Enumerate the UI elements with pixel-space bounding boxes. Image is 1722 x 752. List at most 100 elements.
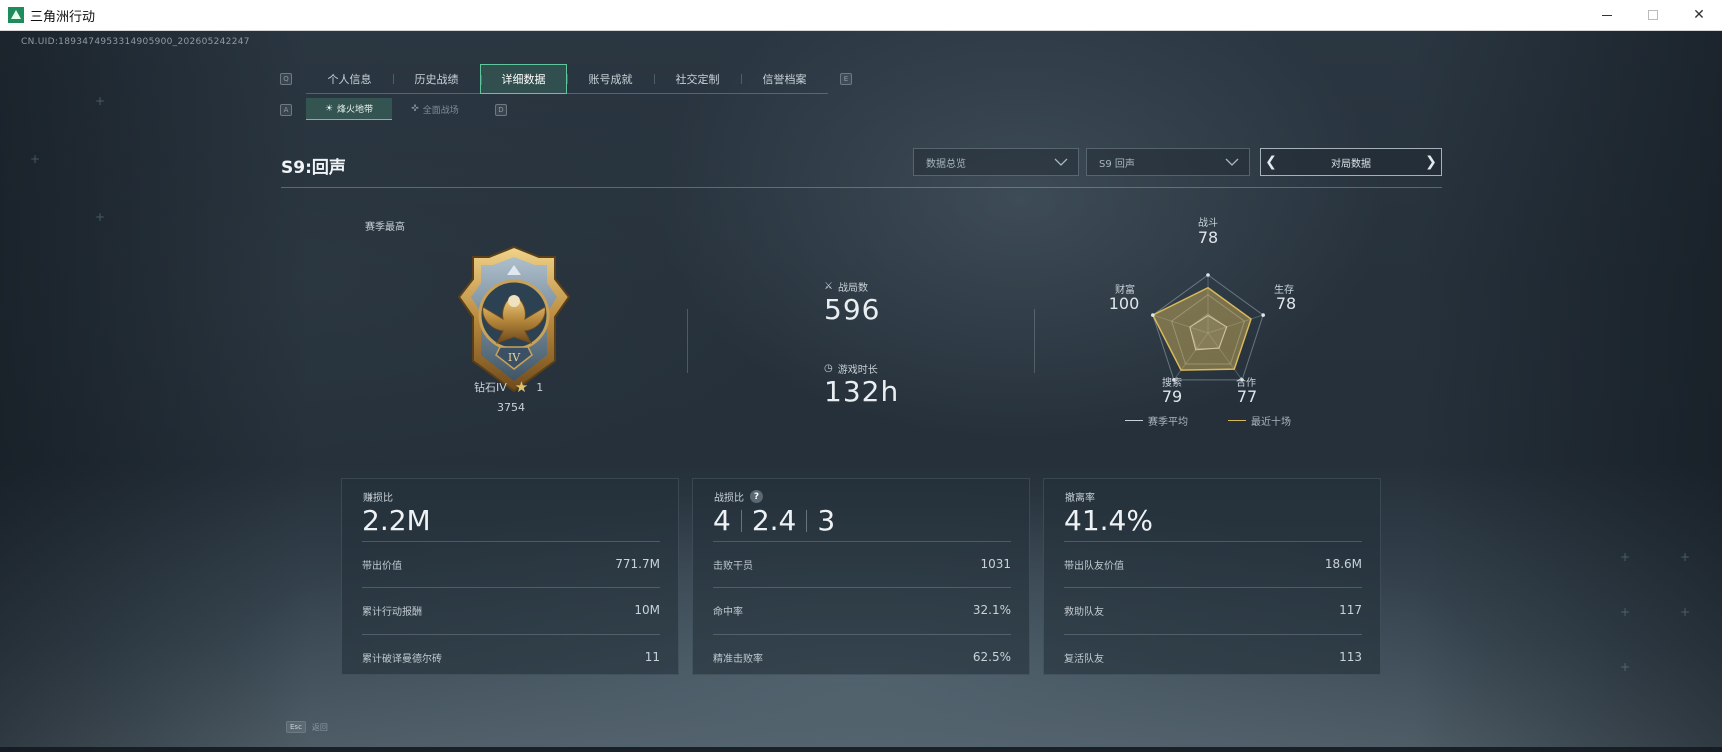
tab-achievements[interactable]: 账号成就: [567, 64, 654, 94]
card-row: 复活队友 113: [1064, 650, 1362, 665]
main-tab-bar: 个人信息 历史战绩 详细数据 账号成就 社交定制 信誉档案: [306, 64, 828, 94]
radar-chart: [1151, 273, 1265, 382]
profit-card: 赚损比 2.2M 带出价值 771.7M 累计行动报酬 10M 累计破译曼德尔砖…: [341, 478, 679, 675]
tab-match-history[interactable]: 历史战绩: [393, 64, 480, 94]
tab-next-key-hint[interactable]: E: [840, 73, 852, 85]
matches-label: ⚔ 战局数: [824, 279, 868, 294]
maximize-icon: [1648, 10, 1658, 20]
matches-value: 596: [824, 293, 881, 326]
kd-card: 战损比 ? 4 2.4 3 击败干员 1031 命中率 32.1% 精准击败率 …: [692, 478, 1030, 675]
pager-prev-button[interactable]: ❮: [1261, 154, 1281, 170]
back-label: 返回: [311, 722, 328, 732]
card-row-value: 10M: [634, 603, 660, 617]
medal-numeral: IV: [508, 351, 521, 364]
warfare-icon: ✜: [411, 104, 419, 114]
profit-card-title: 赚损比: [363, 493, 393, 504]
card-divider: [362, 587, 660, 588]
maximize-button[interactable]: [1630, 0, 1676, 31]
chevron-down-icon: [1054, 155, 1068, 172]
header-divider: [281, 187, 1442, 188]
playtime-label: ◷ 游戏时长: [824, 361, 878, 376]
card-row-label: 累计行动报酬: [362, 607, 422, 618]
radar-label-combat: 战斗: [1198, 218, 1218, 229]
card-divider: [1064, 587, 1362, 588]
section-divider: [687, 309, 688, 373]
kd-part: 2.4: [751, 504, 797, 537]
pager-next-button[interactable]: ❯: [1421, 154, 1441, 170]
card-row-value: 18.6M: [1324, 557, 1362, 571]
matches-label-text: 战局数: [837, 283, 868, 294]
kd-card-value: 4 2.4 3: [713, 504, 835, 537]
season-title: S9:回声: [281, 158, 346, 178]
back-button[interactable]: Esc 返回: [286, 721, 328, 733]
radar-value-combat: 78: [1197, 228, 1219, 247]
card-row: 带出价值 771.7M: [362, 557, 660, 572]
tab-social-custom[interactable]: 社交定制: [654, 64, 741, 94]
data-overview-select[interactable]: 数据总览: [913, 148, 1079, 176]
card-row-value: 117: [1339, 603, 1362, 617]
minimize-button[interactable]: [1584, 0, 1630, 31]
clock-icon: ◷: [824, 363, 833, 374]
radar-value-teamwork: 77: [1236, 387, 1258, 406]
card-row-label: 命中率: [713, 607, 743, 618]
window-titlebar: 三角洲行动 ✕: [0, 0, 1722, 31]
card-row-value: 11: [644, 650, 660, 664]
radar-value-survival: 78: [1275, 294, 1297, 313]
grid-plus-icon: +: [30, 152, 41, 166]
rank-tier: 钻石IV: [474, 381, 507, 394]
star-icon: ★: [514, 378, 529, 396]
chevron-down-icon: [1225, 155, 1239, 172]
help-icon[interactable]: ?: [750, 490, 763, 503]
playtime-label-text: 游戏时长: [837, 365, 878, 376]
card-divider: [1064, 634, 1362, 635]
card-row-value: 771.7M: [615, 557, 660, 571]
card-row-value: 1031: [980, 557, 1011, 571]
kd-separator: [740, 509, 742, 532]
card-row: 击败干员 1031: [713, 557, 1011, 572]
card-row-value: 32.1%: [972, 603, 1011, 617]
subtab-prev-key-hint[interactable]: A: [280, 104, 292, 116]
radar-value-wealth: 100: [1108, 294, 1140, 313]
season-select[interactable]: S9 回声: [1086, 148, 1250, 176]
card-row-label: 带出价值: [362, 561, 402, 572]
hazard-zone-icon: ☀: [324, 103, 334, 114]
card-divider: [713, 634, 1011, 635]
crossed-swords-icon: ⚔: [824, 281, 833, 292]
data-overview-select-value: 数据总览: [926, 158, 966, 170]
game-viewport: + + + + + + + + CN.UID:18934749533149059…: [0, 31, 1722, 752]
card-row: 救助队友 117: [1064, 603, 1362, 618]
grid-plus-icon: +: [1620, 605, 1631, 619]
tab-personal-info[interactable]: 个人信息: [306, 64, 393, 94]
subtab-next-key-hint[interactable]: D: [495, 104, 507, 116]
tab-hazard-zone-label: 烽火地带: [337, 105, 374, 115]
grid-plus-icon: +: [1620, 660, 1631, 674]
player-uid: CN.UID:1893474953314905900_202605242247: [21, 37, 250, 47]
tab-warfare[interactable]: ✜ 全面战场: [392, 98, 478, 120]
card-row-label: 击败干员: [713, 561, 753, 572]
tab-hazard-zone[interactable]: ☀ 烽火地带: [306, 98, 392, 120]
card-row-label: 精准击败率: [713, 654, 763, 665]
season-select-value: S9 回声: [1099, 158, 1135, 170]
grid-plus-icon: +: [95, 210, 106, 224]
rank-stars: 1: [536, 380, 544, 394]
profit-card-value: 2.2M: [362, 504, 431, 537]
radar-value-search: 79: [1161, 387, 1183, 406]
extraction-card: 撤离率 41.4% 带出队友价值 18.6M 救助队友 117 复活队友 113: [1043, 478, 1381, 675]
rank-tier-line: 钻石IV ★ 1: [474, 379, 543, 395]
legend-swatch: [1125, 420, 1143, 421]
grid-plus-icon: +: [1680, 550, 1691, 564]
radar-vertex: [1206, 273, 1210, 277]
kd-part: 3: [817, 504, 836, 537]
close-button[interactable]: ✕: [1676, 0, 1722, 31]
card-divider: [1064, 541, 1362, 542]
grid-plus-icon: +: [1680, 605, 1691, 619]
tab-detailed-data[interactable]: 详细数据: [480, 64, 567, 94]
extraction-card-value: 41.4%: [1064, 504, 1153, 537]
tab-prev-key-hint[interactable]: Q: [280, 73, 292, 85]
card-divider: [362, 634, 660, 635]
season-best-label: 赛季最高: [365, 222, 405, 233]
card-row-value: 113: [1339, 650, 1362, 664]
tab-credit-record[interactable]: 信誉档案: [741, 64, 828, 94]
app-logo-icon: [8, 7, 24, 23]
legend-swatch: [1228, 420, 1246, 421]
